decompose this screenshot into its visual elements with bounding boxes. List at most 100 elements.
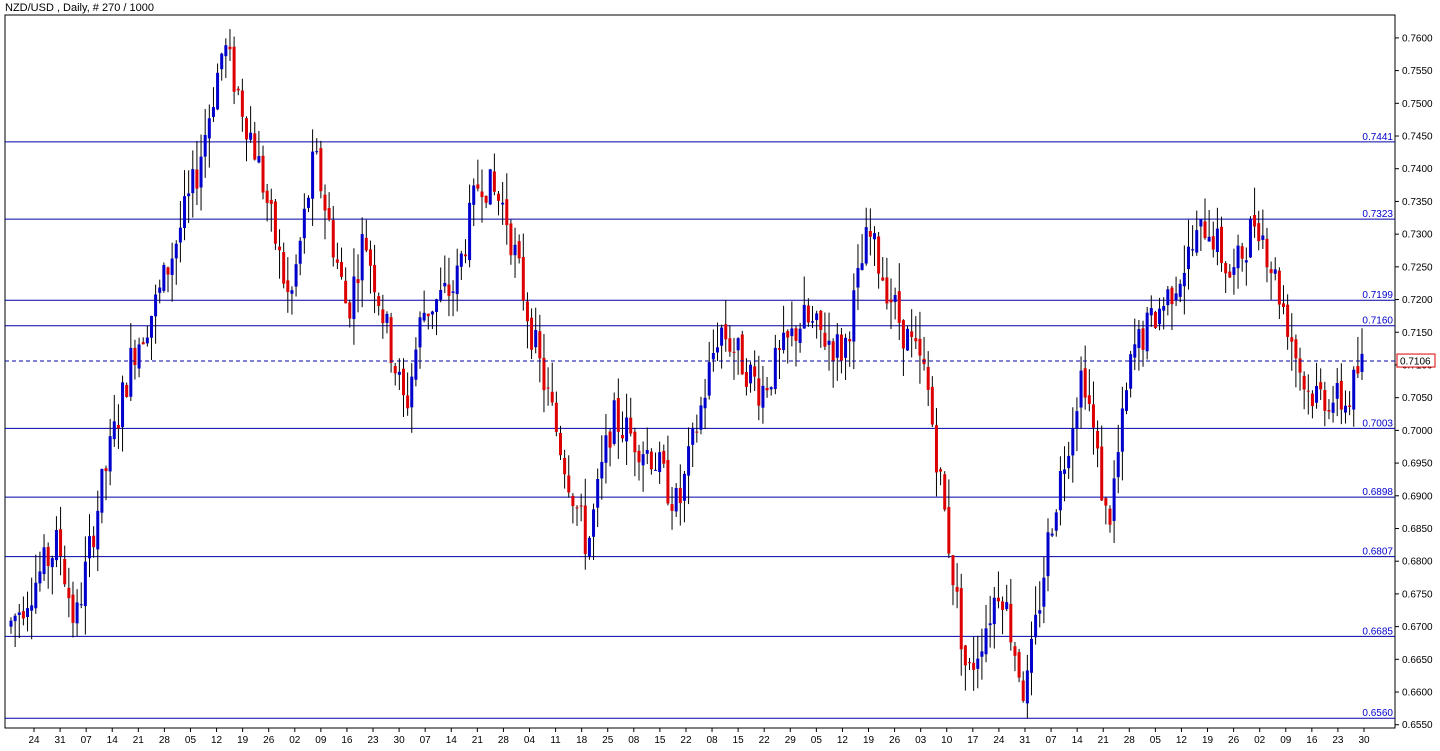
bear-candle [968, 662, 972, 664]
date-tick-label: 19 [1202, 735, 1214, 746]
bear-candle [670, 504, 674, 511]
date-tick-label: 28 [159, 735, 171, 746]
date-tick-label: 07 [420, 735, 432, 746]
date-tick-label: 22 [759, 735, 771, 746]
bear-candle [901, 320, 905, 349]
bear-candle [819, 310, 823, 330]
bear-candle [356, 279, 360, 284]
bear-candle [228, 46, 232, 50]
bear-candle [517, 241, 521, 259]
bull-candle [1182, 272, 1186, 287]
bull-candle [612, 400, 616, 444]
bull-candle [534, 330, 538, 348]
bear-candle [538, 331, 542, 359]
bear-candle [1356, 366, 1360, 374]
bull-candle [472, 185, 476, 205]
bear-candle [571, 495, 575, 507]
bull-candle [1046, 532, 1050, 577]
bull-candle [815, 313, 819, 321]
bear-candle [889, 299, 893, 303]
bear-candle [1290, 337, 1294, 342]
bear-candle [364, 237, 368, 251]
date-tick-label: 12 [837, 735, 849, 746]
price-tick-label: 0.7050 [1402, 393, 1433, 404]
bull-candle [311, 151, 315, 199]
bull-candle [715, 347, 719, 353]
date-tick-label: 16 [1306, 735, 1318, 746]
bear-candle [666, 459, 670, 504]
bull-candle [1125, 390, 1129, 411]
bear-candle [463, 254, 467, 257]
bear-candle [525, 301, 529, 322]
bull-candle [294, 264, 298, 287]
bull-candle [592, 509, 596, 537]
date-tick-label: 30 [394, 735, 406, 746]
bull-candle [1215, 228, 1219, 253]
bear-candle [951, 555, 955, 586]
bear-candle [943, 474, 947, 510]
bear-candle [955, 586, 959, 592]
bear-candle [480, 191, 484, 198]
date-tick-label: 02 [289, 735, 301, 746]
bear-candle [1323, 389, 1327, 411]
level-label: 0.6685 [1362, 626, 1393, 637]
date-tick-label: 23 [1332, 735, 1344, 746]
bear-candle [497, 193, 501, 201]
price-tick-label: 0.7550 [1402, 66, 1433, 77]
price-chart[interactable]: 0.7600 0.7550 0.7500 0.7450 0.7400 0.7350 0.73… [0, 0, 1440, 751]
bull-candle [459, 253, 463, 267]
date-tick-label: 07 [81, 735, 93, 746]
bear-candle [340, 262, 344, 277]
bull-candle [414, 349, 418, 380]
bull-candle [42, 547, 46, 575]
bear-candle [1091, 404, 1095, 428]
bull-candle [1005, 602, 1009, 610]
bull-candle [178, 227, 182, 243]
bear-candle [839, 334, 843, 361]
bull-candle [773, 347, 777, 389]
bear-candle [63, 558, 67, 585]
bear-candle [1013, 646, 1017, 656]
bear-candle [406, 395, 410, 409]
date-tick-label: 26 [1228, 735, 1240, 746]
bear-candle [542, 357, 546, 391]
bull-candle [1360, 353, 1364, 372]
date-tick-label: 31 [55, 735, 67, 746]
bull-candle [658, 452, 662, 473]
date-tick-label: 12 [211, 735, 223, 746]
bear-candle [1306, 390, 1310, 392]
bear-candle [377, 296, 381, 306]
bull-candle [154, 294, 158, 317]
bull-candle [1042, 577, 1046, 607]
bear-candle [934, 425, 938, 473]
bear-candle [1286, 304, 1290, 337]
bull-candle [1162, 306, 1166, 311]
bull-candle [216, 72, 220, 110]
bull-candle [422, 312, 426, 321]
date-tick-label: 29 [785, 735, 797, 746]
bull-candle [596, 479, 600, 508]
bull-candle [1207, 236, 1211, 242]
bear-candle [1298, 358, 1302, 373]
bear-candle [963, 645, 967, 666]
level-label: 0.7441 [1362, 132, 1393, 143]
bear-candle [786, 331, 790, 338]
bear-candle [401, 368, 405, 396]
bull-candle [687, 446, 691, 476]
level-label: 0.7003 [1362, 418, 1393, 429]
bear-candle [1021, 680, 1025, 701]
bull-candle [187, 193, 191, 197]
bear-candle [563, 457, 567, 475]
bear-candle [959, 588, 963, 650]
bear-candle [278, 246, 282, 251]
bull-candle [249, 132, 253, 140]
bull-candle [682, 473, 686, 501]
bull-candle [360, 234, 364, 281]
date-tick-label: 25 [602, 735, 614, 746]
bull-candle [418, 317, 422, 348]
bear-candle [46, 546, 50, 566]
bear-candle [753, 366, 757, 377]
date-tick-label: 28 [498, 735, 510, 746]
bear-candle [1253, 215, 1257, 227]
bull-candle [34, 582, 38, 609]
